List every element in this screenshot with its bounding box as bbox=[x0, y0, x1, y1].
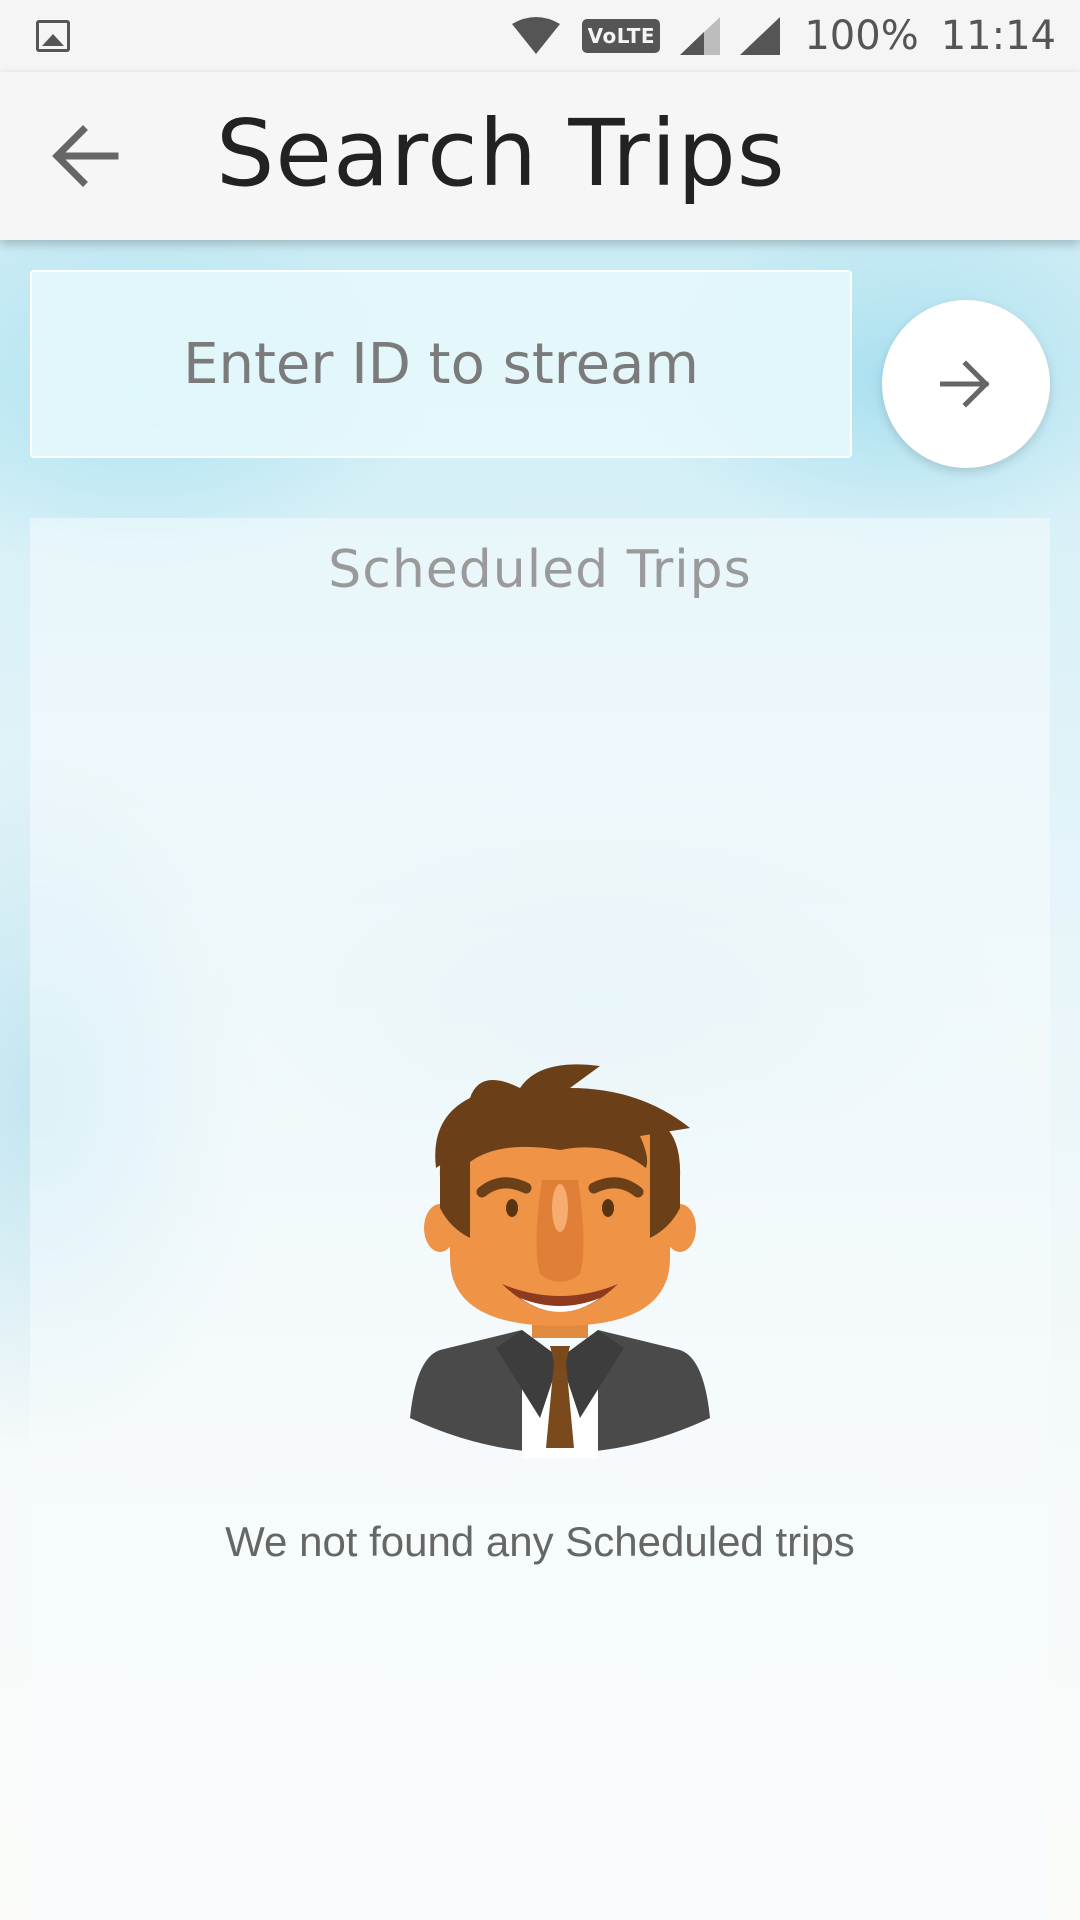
arrow-left-icon bbox=[52, 125, 119, 187]
signal-icon bbox=[680, 17, 721, 55]
scheduled-trips-card: Scheduled Trips We not found any Schedul… bbox=[30, 518, 1050, 1920]
clock: 11:14 bbox=[940, 13, 1056, 59]
back-button[interactable] bbox=[36, 116, 132, 196]
signal-icon bbox=[740, 17, 781, 55]
submit-button[interactable] bbox=[882, 300, 1050, 468]
stream-id-input[interactable] bbox=[30, 270, 852, 458]
page-title: Search Trips bbox=[216, 100, 786, 207]
status-icons: VoLTE 100% 11:14 bbox=[510, 0, 1056, 72]
businessman-avatar-icon bbox=[410, 1064, 710, 1458]
status-bar: VoLTE 100% 11:14 bbox=[0, 0, 1080, 72]
volte-icon: VoLTE bbox=[582, 19, 661, 53]
arrow-right-icon bbox=[940, 360, 990, 408]
wifi-icon bbox=[512, 17, 561, 54]
app-bar: Search Trips bbox=[0, 72, 1080, 240]
empty-state-message: We not found any Scheduled trips bbox=[225, 1518, 855, 1565]
card-title: Scheduled Trips bbox=[328, 540, 752, 600]
gallery-icon bbox=[36, 20, 70, 52]
battery-level: 100% bbox=[804, 13, 919, 59]
